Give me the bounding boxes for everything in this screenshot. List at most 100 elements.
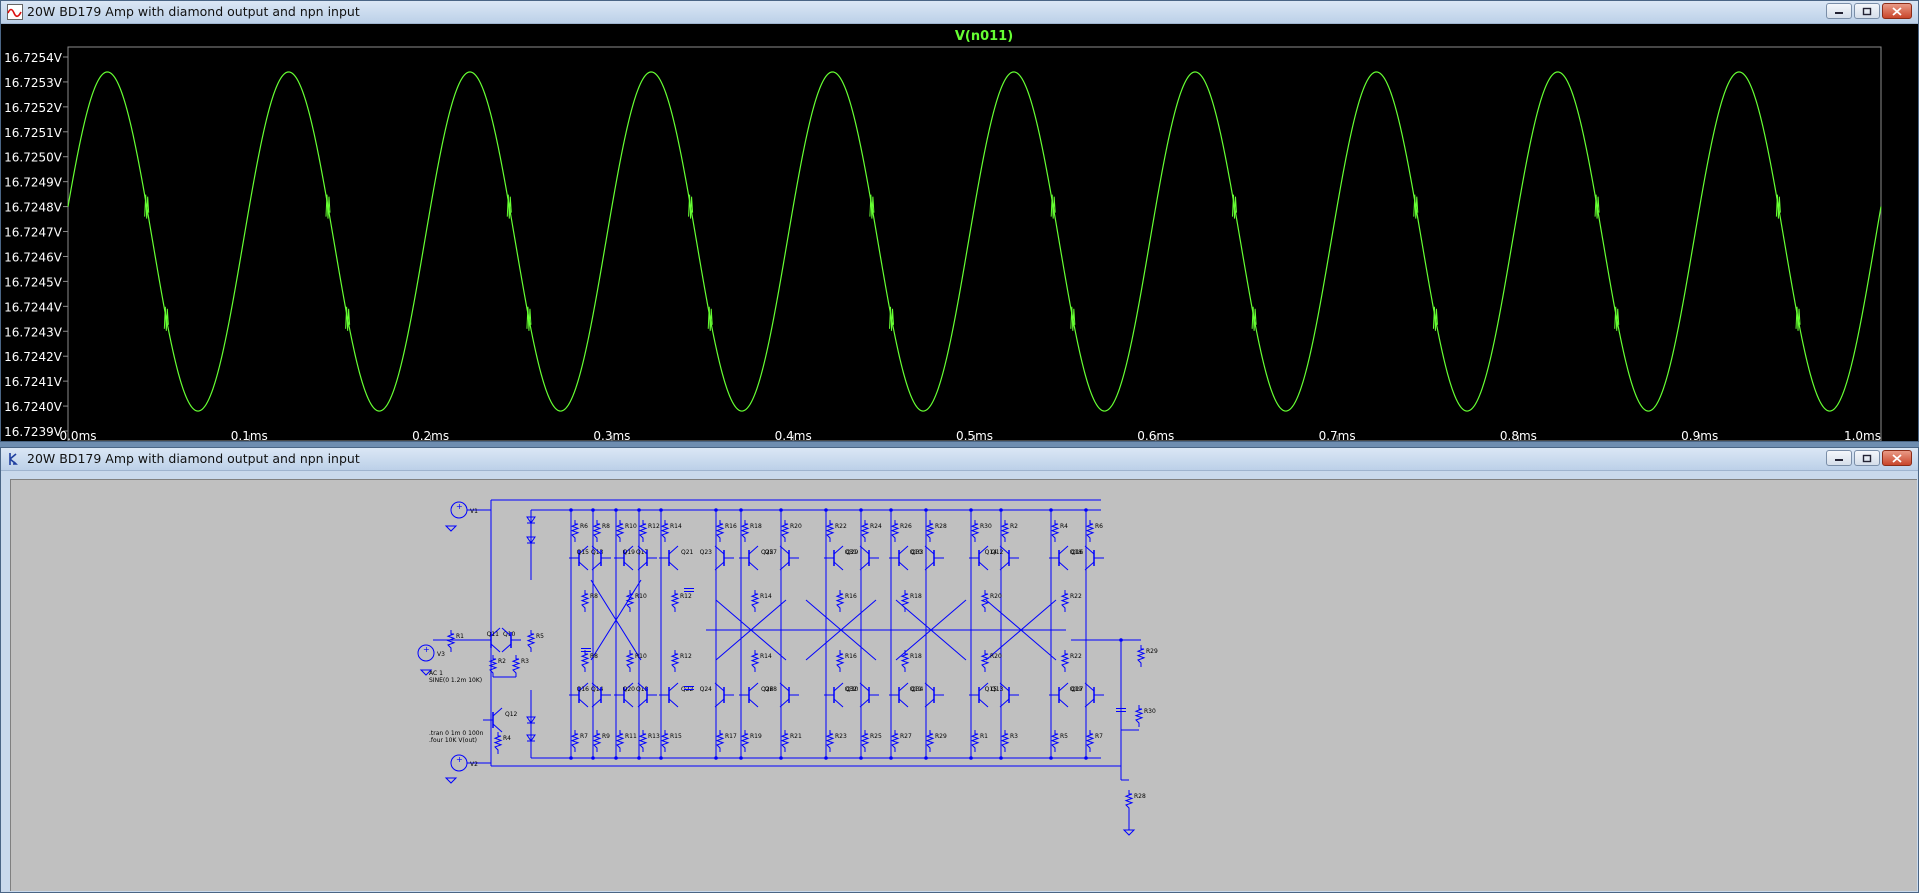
schematic-drawing[interactable]: + V1 + V2 + V3 AC 1SINE(0 1.2m 10K) .tran 0 1m … — [11, 480, 1917, 891]
resistor[interactable]: R30 — [970, 520, 992, 542]
resistor[interactable]: R6 — [570, 520, 588, 542]
y-tick-label: 16.7250V — [4, 151, 63, 165]
voltage-source[interactable]: + V3 — [417, 644, 445, 662]
junction — [924, 756, 928, 760]
resistor-label: R10 — [635, 653, 647, 660]
resistor[interactable]: R14 — [660, 520, 682, 542]
resistor[interactable]: R27 — [890, 730, 912, 752]
schematic-window-titlebar[interactable]: 20W BD179 Amp with diamond output and np… — [1, 448, 1918, 471]
transistor[interactable]: Q24 — [700, 682, 734, 708]
schematic-canvas[interactable]: + V1 + V2 + V3 AC 1 SINE(0 1.2m 10K) .tran 0 1m … — [10, 479, 1917, 891]
resistor[interactable]: R12 — [670, 650, 692, 672]
waveform-plot[interactable]: V(n011) 16.7254V 16.7253V 16.7252V 16.7251V… — [1, 24, 1918, 441]
plot-window[interactable]: 20W BD179 Amp with diamond output and np… — [0, 0, 1919, 442]
resistor[interactable]: R8 — [580, 650, 598, 672]
transistor[interactable]: Q23 — [700, 545, 734, 571]
resistor[interactable]: R5 — [1050, 730, 1068, 752]
resistor[interactable]: R20 — [980, 590, 1002, 612]
resistor[interactable]: R12 — [670, 590, 692, 612]
transistor[interactable]: Q27 — [765, 545, 799, 571]
resistor[interactable]: R22 — [825, 520, 847, 542]
restore-button[interactable] — [1854, 450, 1880, 466]
resistor[interactable]: R8 — [580, 590, 598, 612]
transistor[interactable]: Q19 — [1070, 682, 1104, 708]
resistor[interactable]: R9 — [592, 730, 610, 752]
resistor[interactable]: R7 — [570, 730, 588, 752]
resistor[interactable]: R30 — [1134, 705, 1156, 727]
transistor[interactable]: Q28 — [765, 682, 799, 708]
resistor[interactable]: R13 — [638, 730, 660, 752]
resistor[interactable]: R22 — [1060, 590, 1082, 612]
resistor[interactable]: R12 — [638, 520, 660, 542]
schematic-wires[interactable] — [433, 499, 1141, 830]
resistor[interactable]: R18 — [740, 520, 762, 542]
restore-button[interactable] — [1854, 3, 1880, 19]
minimize-button[interactable] — [1826, 3, 1852, 19]
transistor[interactable]: Q32 — [845, 682, 879, 708]
resistor[interactable]: R28 — [1124, 790, 1146, 812]
transistor[interactable]: Q31 — [845, 545, 879, 571]
resistor[interactable]: R19 — [740, 730, 762, 752]
spice-directive[interactable]: SINE(0 1.2m 10K) — [429, 677, 482, 684]
resistor[interactable]: R21 — [780, 730, 802, 752]
resistor[interactable]: R24 — [860, 520, 882, 542]
resistor[interactable]: R29 — [925, 730, 947, 752]
transistor[interactable]: Q21 — [659, 545, 694, 571]
spice-directive[interactable]: .four 10K V(out) — [429, 737, 477, 744]
resistor[interactable]: R18 — [900, 650, 922, 672]
resistor[interactable]: R26 — [890, 520, 912, 542]
voltage-source[interactable]: + V1 — [450, 501, 478, 519]
resistor[interactable]: R3 — [511, 655, 529, 677]
schematic-components[interactable]: + V1 + V2 + V3 AC 1SINE(0 1.2m 10K) .tran 0 1m … — [417, 501, 1158, 836]
resistor[interactable]: R23 — [825, 730, 847, 752]
transistor[interactable]: Q11 — [910, 682, 944, 708]
voltage-source[interactable]: + V2 — [450, 754, 478, 772]
resistor[interactable]: R7 — [1085, 730, 1103, 752]
transistor[interactable]: Q18 — [1070, 545, 1104, 571]
resistor[interactable]: R5 — [526, 630, 544, 652]
resistor[interactable]: R25 — [860, 730, 882, 752]
resistor[interactable]: R20 — [780, 520, 802, 542]
resistor[interactable]: R16 — [715, 520, 737, 542]
resistor[interactable]: R1 — [446, 630, 464, 652]
close-button[interactable] — [1882, 3, 1912, 19]
resistor[interactable]: R14 — [750, 650, 772, 672]
resistor[interactable]: R22 — [1060, 650, 1082, 672]
resistor[interactable]: R20 — [980, 650, 1002, 672]
resistor[interactable]: R10 — [625, 590, 647, 612]
resistor[interactable]: R4 — [493, 732, 511, 754]
resistor[interactable]: R14 — [750, 590, 772, 612]
series-line-v-n011[interactable] — [67, 71, 1882, 412]
plot-window-titlebar[interactable]: 20W BD179 Amp with diamond output and np… — [1, 1, 1918, 24]
resistor[interactable]: R18 — [900, 590, 922, 612]
junction — [999, 756, 1003, 760]
transistor[interactable]: Q10 — [910, 545, 944, 571]
resistor[interactable]: R3 — [1000, 730, 1018, 752]
resistor[interactable]: R16 — [835, 590, 857, 612]
resistor[interactable]: R28 — [925, 520, 947, 542]
resistor[interactable]: R4 — [1050, 520, 1068, 542]
resistor[interactable]: R6 — [1085, 520, 1103, 542]
resistor[interactable]: R10 — [615, 520, 637, 542]
capacitor[interactable] — [684, 588, 694, 592]
resistor[interactable]: R2 — [1000, 520, 1018, 542]
resistor[interactable]: R11 — [615, 730, 637, 752]
transistor[interactable]: Q12 — [483, 707, 518, 733]
resistor[interactable]: R1 — [970, 730, 988, 752]
resistor[interactable]: R29 — [1136, 645, 1158, 667]
spice-directive[interactable]: AC 1 — [429, 670, 443, 677]
close-button[interactable] — [1882, 450, 1912, 466]
minimize-button[interactable] — [1826, 450, 1852, 466]
resistor-label: R6 — [580, 523, 588, 530]
resistor[interactable]: R15 — [660, 730, 682, 752]
resistor[interactable]: R8 — [592, 520, 610, 542]
resistor[interactable]: R10 — [625, 650, 647, 672]
resistor[interactable]: R16 — [835, 650, 857, 672]
resistor[interactable]: R17 — [715, 730, 737, 752]
waveform-chart[interactable]: V(n011) 16.7254V 16.7253V 16.7252V 16.7251V… — [1, 24, 1918, 441]
spice-directive[interactable]: .tran 0 1m 0 100n — [429, 730, 484, 737]
capacitor[interactable] — [581, 648, 591, 652]
resistor[interactable]: R2 — [488, 655, 506, 677]
trace-label[interactable]: V(n011) — [955, 29, 1013, 44]
schematic-window[interactable]: 20W BD179 Amp with diamond output and np… — [0, 447, 1919, 893]
